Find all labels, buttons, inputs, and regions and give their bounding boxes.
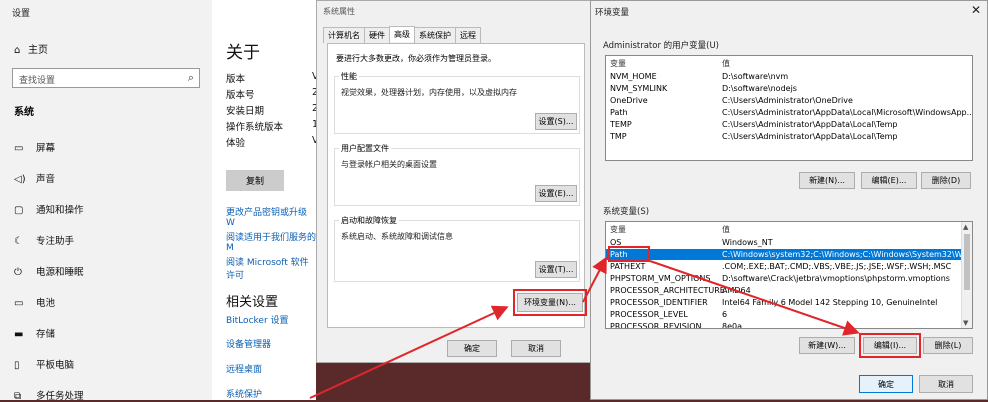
annotation-arrows (309, 256, 860, 399)
arrow-to-env-button (309, 305, 509, 399)
arrow-to-path-row (582, 256, 607, 303)
arrow-to-edit-button (649, 260, 860, 336)
